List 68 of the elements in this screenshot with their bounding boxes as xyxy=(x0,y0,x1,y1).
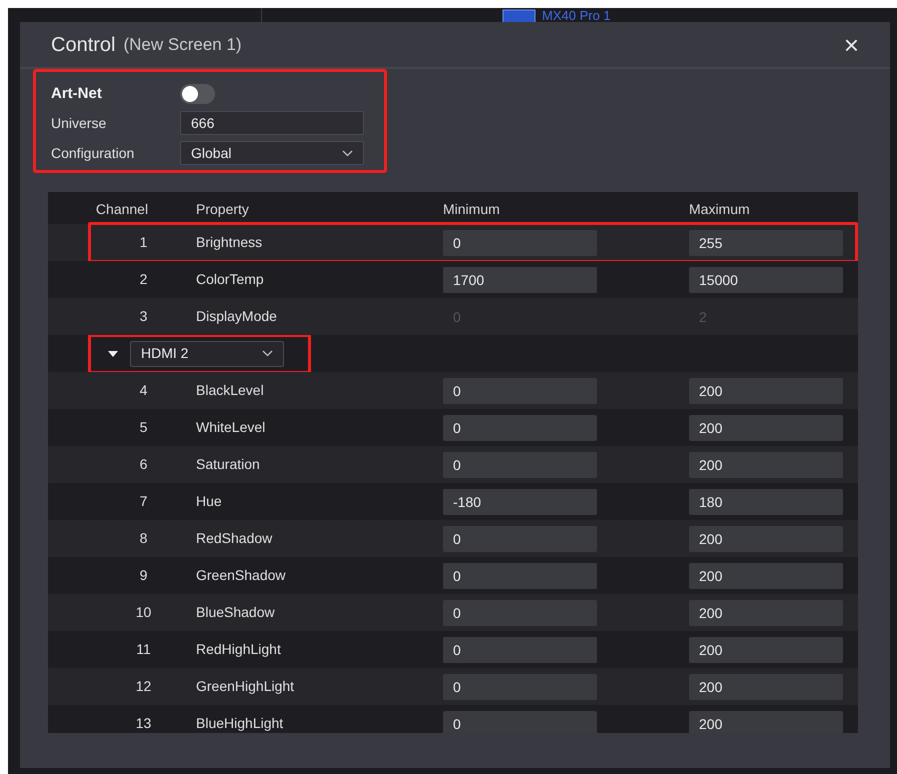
channel-number: 1 xyxy=(140,233,148,252)
property-name: Brightness xyxy=(196,233,264,252)
column-header: Minimum xyxy=(443,200,501,219)
channel-number: 3 xyxy=(140,307,148,326)
property-name: Saturation xyxy=(196,455,261,474)
value-field[interactable]: 0 xyxy=(443,674,597,700)
property-name: RedShadow xyxy=(196,529,274,548)
close-button[interactable]: × xyxy=(844,32,859,58)
channel-number: 8 xyxy=(140,529,148,548)
configuration-label: Configuration xyxy=(51,144,136,163)
value-field[interactable]: 200 xyxy=(689,674,843,700)
chevron-down-icon xyxy=(262,350,273,357)
property-name: BlackLevel xyxy=(196,381,265,400)
chevron-down-icon xyxy=(342,150,353,156)
value-field[interactable]: 1700 xyxy=(443,266,597,292)
column-header: Maximum xyxy=(689,200,751,219)
channel-number: 7 xyxy=(140,492,148,511)
value-field[interactable]: 15000 xyxy=(689,266,843,292)
value-field[interactable]: 200 xyxy=(689,562,843,588)
art-net-label: Art-Net xyxy=(51,84,103,104)
property-name: BlueHighLight xyxy=(196,714,284,733)
property-name: ColorTemp xyxy=(196,270,265,289)
property-name: GreenHighLight xyxy=(196,677,296,696)
property-name: WhiteLevel xyxy=(196,418,266,437)
value-field[interactable]: 0 xyxy=(443,562,597,588)
universe-label: Universe xyxy=(51,114,108,132)
value-field[interactable]: 0 xyxy=(443,526,597,552)
value-field[interactable]: 0 xyxy=(443,378,597,404)
device-label: MX40 Pro 1 xyxy=(542,9,611,22)
configuration-dropdown[interactable]: Global xyxy=(180,141,364,165)
dialog-title: Control xyxy=(51,32,116,58)
value-field[interactable]: 0 xyxy=(443,710,597,733)
value-field[interactable]: 200 xyxy=(689,452,843,478)
value-field[interactable]: -180 xyxy=(443,488,597,514)
channel-number: 9 xyxy=(140,566,148,585)
property-name: BlueShadow xyxy=(196,603,276,622)
channel-number: 12 xyxy=(136,677,152,696)
channel-number: 13 xyxy=(136,714,152,733)
column-header: Property xyxy=(196,200,250,219)
art-net-toggle[interactable] xyxy=(180,84,215,104)
property-name: RedHighLight xyxy=(196,640,282,659)
source-dropdown[interactable]: HDMI 2 xyxy=(130,340,284,366)
universe-field[interactable]: 666 xyxy=(180,111,364,135)
value-field[interactable]: 200 xyxy=(689,378,843,404)
value-field[interactable]: 0 xyxy=(443,414,597,440)
dialog-subtitle: (New Screen 1) xyxy=(123,34,242,56)
value-field[interactable]: 200 xyxy=(689,600,843,626)
property-name: GreenShadow xyxy=(196,566,287,585)
channel-number: 5 xyxy=(140,418,148,437)
value-field[interactable]: 0 xyxy=(443,636,597,662)
value-field[interactable]: 200 xyxy=(689,526,843,552)
value-field[interactable]: 0 xyxy=(443,230,597,256)
caret-down-icon[interactable] xyxy=(108,348,118,358)
value-field[interactable]: 0 xyxy=(443,452,597,478)
channel-number: 6 xyxy=(140,455,148,474)
channel-number: 11 xyxy=(136,640,151,659)
channel-number: 4 xyxy=(140,381,148,400)
value-field[interactable]: 180 xyxy=(689,488,843,514)
channel-number: 10 xyxy=(136,603,152,622)
column-header: Channel xyxy=(96,200,148,219)
value-field[interactable]: 255 xyxy=(689,230,843,256)
value-field[interactable]: 0 xyxy=(443,600,597,626)
channel-number: 2 xyxy=(140,270,148,289)
value-field[interactable]: 200 xyxy=(689,414,843,440)
property-name: DisplayMode xyxy=(196,307,278,326)
value-field[interactable]: 200 xyxy=(689,710,843,733)
property-name: Hue xyxy=(196,492,223,511)
value-field[interactable]: 200 xyxy=(689,636,843,662)
